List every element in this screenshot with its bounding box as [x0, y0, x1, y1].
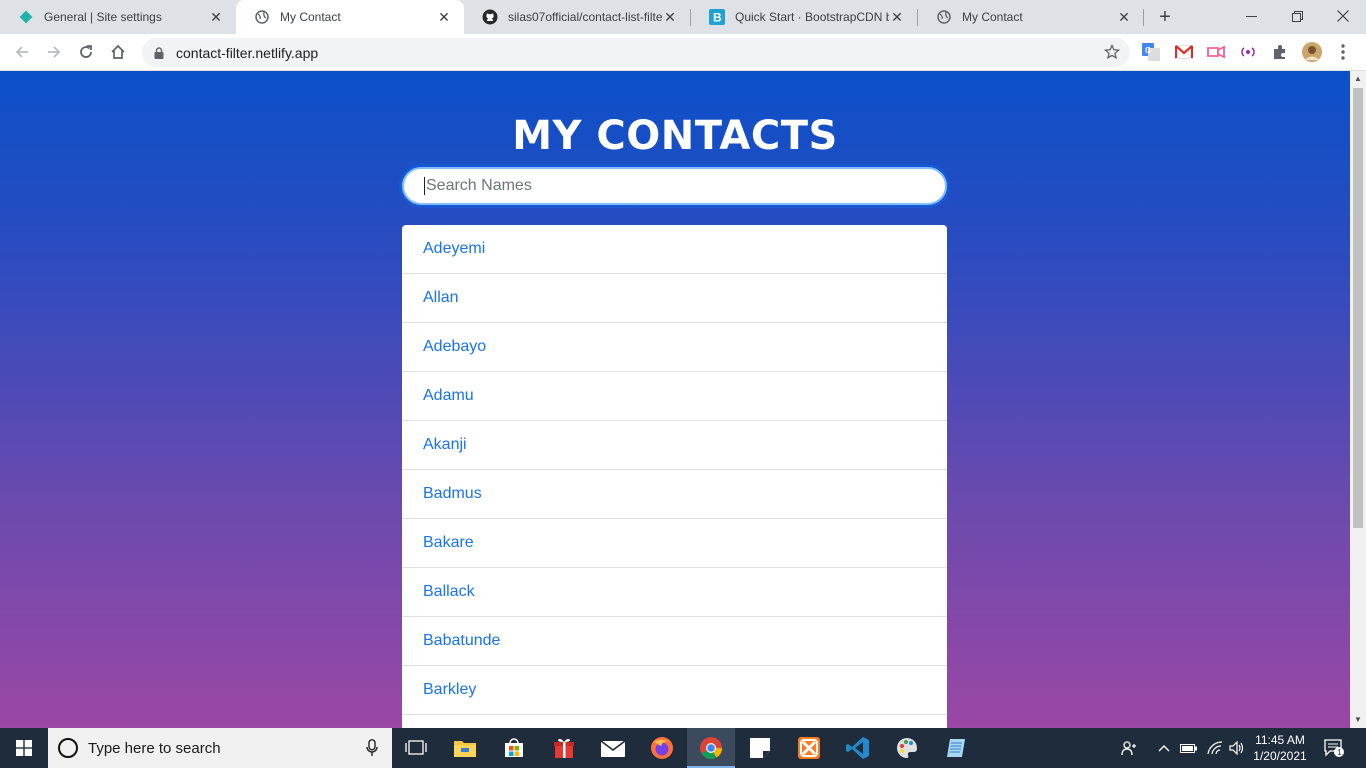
contact-list-item[interactable]: Adeyemi [402, 225, 947, 274]
tab-title: My Contact [280, 10, 341, 24]
home-icon[interactable] [104, 38, 132, 66]
tab-site-settings[interactable]: General | Site settings ✕ [0, 0, 236, 34]
chrome-icon[interactable] [687, 728, 735, 768]
mail-icon[interactable] [589, 728, 637, 768]
address-bar[interactable]: contact-filter.netlify.app [142, 38, 1130, 67]
search-placeholder: Search Names [426, 177, 532, 194]
people-icon[interactable] [1118, 728, 1140, 768]
notification-count-badge: 1 [1337, 748, 1342, 757]
contact-list-item[interactable]: Ballack [402, 568, 947, 617]
notepad-icon[interactable] [932, 728, 980, 768]
close-tab-icon[interactable]: ✕ [662, 9, 678, 25]
back-arrow-icon[interactable] [8, 38, 36, 66]
contact-list-item[interactable]: Bakare [402, 519, 947, 568]
contact-list: Adeyemi Allan Adebayo Adamu Akanji Badmu… [402, 225, 947, 728]
file-explorer-icon[interactable] [441, 728, 489, 768]
tab-github-repo[interactable]: silas07official/contact-list-filter ✕ [464, 0, 690, 34]
scroll-down-arrow-icon[interactable]: ▼ [1354, 715, 1362, 724]
vscode-icon[interactable] [834, 728, 882, 768]
tab-title: General | Site settings [44, 10, 162, 24]
tab-title: My Contact [962, 10, 1023, 24]
screen-recorder-icon[interactable] [1206, 42, 1226, 62]
bookmark-star-icon[interactable] [1104, 44, 1120, 60]
gift-icon[interactable] [540, 728, 588, 768]
close-window-icon[interactable] [1320, 0, 1366, 32]
windows-start-icon[interactable] [0, 728, 48, 768]
firefox-icon[interactable] [638, 728, 686, 768]
tab-my-contact-active[interactable]: My Contact ✕ [236, 0, 464, 34]
profile-avatar[interactable] [1302, 42, 1322, 62]
reload-icon[interactable] [72, 38, 100, 66]
text-caret [424, 177, 425, 195]
chrome-menu-kebab-icon[interactable] [1333, 42, 1353, 62]
bootstrapcdn-icon: B [709, 9, 725, 25]
wifi-icon[interactable] [1204, 728, 1226, 768]
clock-date: 1/20/2021 [1253, 749, 1307, 763]
netlify-diamond-icon [18, 9, 34, 25]
battery-icon[interactable] [1178, 728, 1200, 768]
xampp-icon[interactable] [785, 728, 833, 768]
contact-list-item[interactable]: Badmus [402, 470, 947, 519]
broadcast-icon[interactable] [1238, 42, 1258, 62]
microsoft-store-icon[interactable] [490, 728, 538, 768]
gmail-icon[interactable] [1174, 42, 1194, 62]
tab-title: Quick Start · BootstrapCDN by [735, 10, 889, 24]
browser-toolbar: contact-filter.netlify.app G [0, 34, 1366, 71]
github-icon [482, 9, 498, 25]
svg-text:G: G [1145, 46, 1151, 55]
page-title: MY CONTACTS [512, 113, 838, 159]
tab-title: silas07official/contact-list-filter [508, 10, 662, 24]
globe-icon [254, 9, 270, 25]
paint-palette-icon[interactable] [883, 728, 931, 768]
tab-separator [1143, 9, 1144, 26]
tab-my-contact-2[interactable]: My Contact ✕ [918, 0, 1144, 34]
task-view-icon[interactable] [392, 728, 440, 768]
contact-list-item[interactable] [402, 715, 947, 728]
close-tab-icon[interactable]: ✕ [1116, 9, 1132, 25]
taskbar-search-placeholder: Type here to search [88, 739, 221, 757]
close-tab-icon[interactable]: ✕ [208, 9, 224, 25]
globe-icon [936, 9, 952, 25]
lock-icon[interactable] [154, 46, 164, 59]
minimize-icon[interactable] [1228, 0, 1274, 32]
taskbar-search-box[interactable]: Type here to search [48, 728, 392, 768]
restore-icon[interactable] [1274, 0, 1320, 32]
google-translate-icon[interactable]: G [1141, 42, 1161, 62]
chevron-up-icon[interactable] [1154, 728, 1174, 768]
tab-bootstrapcdn[interactable]: B Quick Start · BootstrapCDN by ✕ [691, 0, 917, 34]
url-text: contact-filter.netlify.app [176, 44, 319, 61]
search-input[interactable]: Search Names [402, 167, 947, 205]
contact-list-item[interactable]: Adamu [402, 372, 947, 421]
contact-list-item[interactable]: Babatunde [402, 617, 947, 666]
windows-taskbar: Type here to search 11:45 AM 1/20/2021 1 [0, 728, 1366, 768]
scroll-up-arrow-icon[interactable]: ▲ [1354, 74, 1362, 83]
system-clock[interactable]: 11:45 AM 1/20/2021 [1245, 732, 1315, 764]
microphone-icon[interactable] [366, 739, 378, 761]
browser-tab-strip: General | Site settings ✕ My Contact ✕ s… [0, 0, 1366, 34]
page-viewport: MY CONTACTS Search Names Adeyemi Allan A… [0, 71, 1350, 728]
sticky-notes-icon[interactable] [736, 728, 784, 768]
cortana-circle-icon [58, 738, 78, 758]
contact-list-item[interactable]: Barkley [402, 666, 947, 715]
clock-time: 11:45 AM [1255, 733, 1305, 747]
new-tab-plus-icon[interactable]: + [1152, 4, 1178, 30]
svg-text:B: B [713, 11, 722, 25]
notification-center-icon[interactable]: 1 [1322, 728, 1346, 768]
close-tab-icon[interactable]: ✕ [436, 9, 452, 25]
scrollbar-thumb[interactable] [1353, 88, 1363, 528]
close-tab-icon[interactable]: ✕ [889, 9, 905, 25]
forward-arrow-icon[interactable] [40, 38, 68, 66]
contact-list-item[interactable]: Akanji [402, 421, 947, 470]
contact-list-item[interactable]: Adebayo [402, 323, 947, 372]
page-scrollbar[interactable]: ▲ ▼ [1350, 71, 1366, 728]
contact-list-item[interactable]: Allan [402, 274, 947, 323]
extensions-puzzle-icon[interactable] [1270, 42, 1290, 62]
